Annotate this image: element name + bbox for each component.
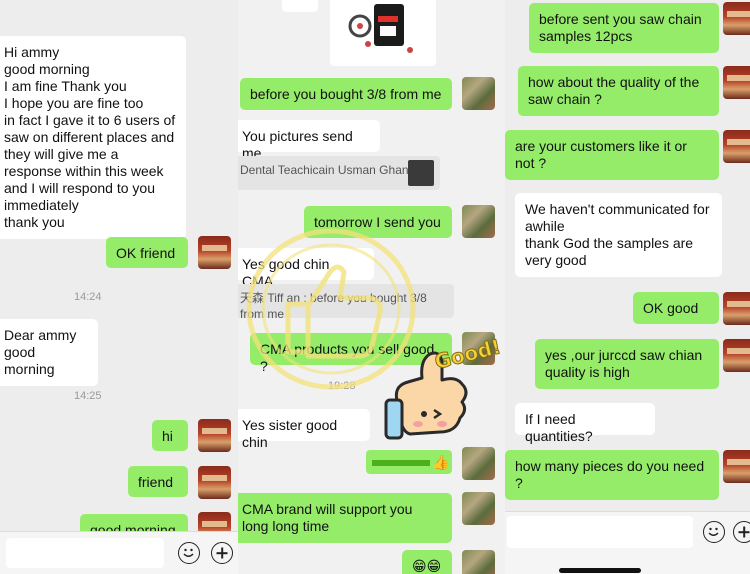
message-fragment xyxy=(282,0,318,12)
message-input[interactable] xyxy=(507,516,693,548)
message-incoming: Hi ammy good morning I am fine Thank you… xyxy=(0,36,186,239)
avatar[interactable] xyxy=(462,550,495,574)
avatar[interactable] xyxy=(198,236,231,269)
message-outgoing: are your customers like it or not ? xyxy=(505,130,719,180)
quoted-message[interactable]: Dental Teachicain Usman Ghani : xyxy=(238,156,440,190)
message-outgoing: yes ,our jurccd saw chian quality is hig… xyxy=(535,339,719,389)
avatar[interactable] xyxy=(723,292,750,325)
good-sticker[interactable]: Good! xyxy=(380,334,506,448)
timestamp: 14:25 xyxy=(74,390,102,402)
avatar[interactable] xyxy=(462,447,495,480)
message-input[interactable] xyxy=(6,538,164,568)
emoji-icon[interactable] xyxy=(178,542,200,564)
message-outgoing: CMA brand will support you long long tim… xyxy=(238,493,452,543)
message-incoming: You pictures send me xyxy=(238,120,380,161)
message-outgoing: OK friend xyxy=(106,237,188,268)
message-outgoing: before you bought 3/8 from me xyxy=(240,78,452,110)
message-outgoing: hi xyxy=(152,420,188,451)
quote-text: Dental Teachicain Usman Ghani : xyxy=(240,163,418,177)
avatar[interactable] xyxy=(462,205,495,238)
avatar[interactable] xyxy=(723,2,750,35)
avatar[interactable] xyxy=(723,130,750,163)
timestamp: 14:24 xyxy=(74,291,102,303)
avatar[interactable] xyxy=(198,466,231,499)
chat-panel-3: before sent you saw chain samples 12pcs … xyxy=(505,0,750,574)
plus-icon[interactable] xyxy=(733,521,750,543)
avatar[interactable] xyxy=(462,77,495,110)
emoji-icon[interactable] xyxy=(703,521,725,543)
message-outgoing: before sent you saw chain samples 12pcs xyxy=(529,3,719,53)
message-incoming: Dear ammy good morning xyxy=(0,319,98,386)
message-incoming: We haven't communicated for awhile thank… xyxy=(515,193,722,277)
message-outgoing: how many pieces do you need ? xyxy=(505,450,719,500)
message-outgoing: OK good xyxy=(633,292,719,324)
message-incoming: If I need quantities? xyxy=(515,403,655,444)
product-image[interactable] xyxy=(330,0,436,66)
quote-thumbnail xyxy=(408,160,434,186)
home-indicator xyxy=(559,568,641,573)
avatar[interactable] xyxy=(462,492,495,525)
avatar[interactable] xyxy=(198,419,231,452)
input-bar xyxy=(0,531,238,574)
message-outgoing: how about the quality of the saw chain ? xyxy=(518,66,719,116)
avatar[interactable] xyxy=(723,339,750,372)
plus-icon[interactable] xyxy=(211,542,233,564)
message-outgoing: friend xyxy=(128,466,188,497)
message-incoming: Yes sister good chin xyxy=(238,409,370,450)
input-bar xyxy=(505,511,750,574)
message-outgoing: 😁😁 xyxy=(402,550,452,574)
avatar[interactable] xyxy=(723,450,750,483)
avatar[interactable] xyxy=(723,66,750,99)
sticker-progress-bar[interactable]: 👍 xyxy=(366,450,452,474)
chat-panel-1: Hi ammy good morning I am fine Thank you… xyxy=(0,0,238,574)
